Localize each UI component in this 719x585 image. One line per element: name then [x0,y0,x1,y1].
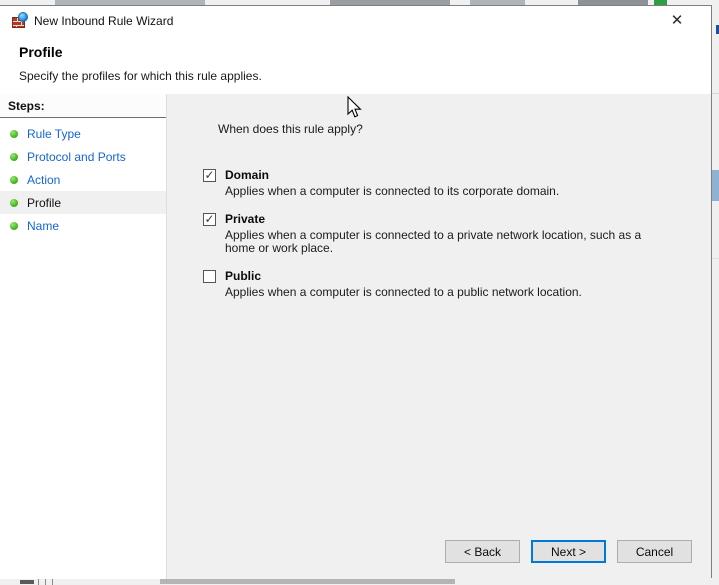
firewall-app-icon [12,12,28,28]
steps-sidebar: Steps: Rule Type Protocol and Ports Acti… [0,94,167,579]
button-row: < Back Next > Cancel [445,540,692,563]
green-dot-icon [10,129,18,138]
page-title: Profile [19,44,63,60]
option-head: Public [203,269,711,283]
wizard-header: Profile Specify the profiles for which t… [0,34,711,94]
public-label: Public [225,269,262,283]
background-window-bottom-sliver [0,578,719,585]
option-public: Public Applies when a computer is connec… [203,269,711,299]
domain-checkbox[interactable]: ✓ [203,168,216,182]
background-smudge [20,580,34,584]
divider [45,578,46,585]
cancel-button[interactable]: Cancel [617,540,692,563]
public-description: Applies when a computer is connected to … [225,285,582,299]
background-window-right-sliver [712,0,719,585]
page-subtitle: Specify the profiles for which this rule… [19,69,262,83]
steps-heading: Steps: [0,94,166,118]
public-checkbox[interactable] [203,269,216,283]
sidebar-item-rule-type[interactable]: Rule Type [0,122,166,145]
green-dot-icon [10,152,18,161]
step-label: Protocol and Ports [27,149,126,164]
question-text: When does this rule apply? [218,122,363,136]
window-title: New Inbound Rule Wizard [34,14,174,28]
sidebar-item-profile[interactable]: Profile [0,191,166,214]
background-horizontal-scrollbar-thumb[interactable] [160,579,455,584]
step-label: Action [27,172,61,187]
sidebar-item-name[interactable]: Name [0,214,166,237]
sidebar-item-action[interactable]: Action [0,168,166,191]
divider [712,93,719,94]
globe-icon [18,12,28,22]
next-button[interactable]: Next > [531,540,606,563]
option-domain: ✓ Domain Applies when a computer is conn… [203,168,711,198]
back-button[interactable]: < Back [445,540,520,563]
green-dot-icon [10,175,18,184]
step-label: Profile [27,195,62,210]
divider [712,258,719,259]
option-private: ✓ Private Applies when a computer is con… [203,212,711,255]
green-dot-icon [10,221,18,230]
content-pane: When does this rule apply? ✓ Domain Appl… [168,94,711,579]
step-label: Rule Type [27,126,81,141]
green-dot-icon [10,198,18,207]
background-vertical-scrollbar-thumb[interactable] [712,170,719,201]
wizard-dialog: New Inbound Rule Wizard ✕ Profile Specif… [0,5,712,579]
private-description: Applies when a computer is connected to … [225,228,642,255]
close-button[interactable]: ✕ [665,9,689,31]
close-icon: ✕ [670,12,684,29]
option-head: ✓ Private [203,212,711,226]
domain-description: Applies when a computer is connected to … [225,184,560,198]
wizard-body: Steps: Rule Type Protocol and Ports Acti… [0,94,711,579]
step-label: Name [27,218,60,233]
private-label: Private [225,212,266,226]
screen: New Inbound Rule Wizard ✕ Profile Specif… [0,0,719,585]
title-bar[interactable]: New Inbound Rule Wizard ✕ [0,6,711,34]
divider [52,578,53,585]
divider [38,578,39,585]
option-head: ✓ Domain [203,168,711,182]
sidebar-item-protocol-and-ports[interactable]: Protocol and Ports [0,145,166,168]
steps-list: Rule Type Protocol and Ports Action Prof… [0,118,166,237]
domain-label: Domain [225,168,270,182]
private-checkbox[interactable]: ✓ [203,212,216,226]
